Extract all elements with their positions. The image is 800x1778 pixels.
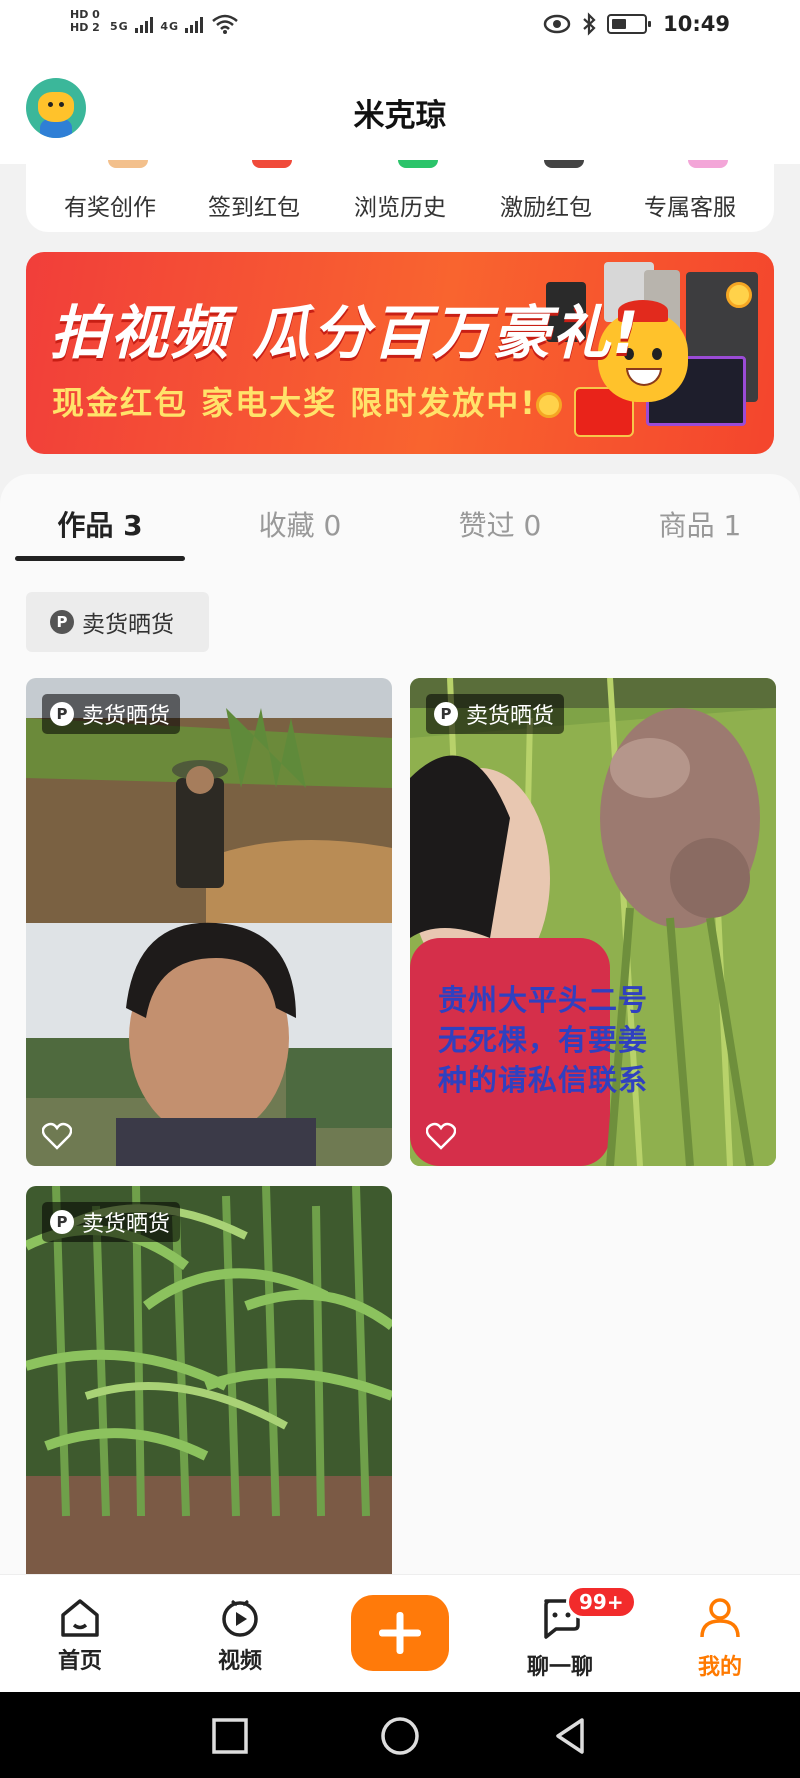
active-tab-indicator bbox=[15, 556, 185, 561]
filter-chip-sell-show[interactable]: P 卖货晒货 bbox=[26, 592, 209, 652]
video-card-2[interactable]: P 卖货晒货 贵州大平头二号 无死棵，有要姜 种的请私信联系 bbox=[410, 678, 776, 1166]
recents-icon[interactable] bbox=[208, 1714, 252, 1758]
hd-indicator-1: HD 0 bbox=[70, 8, 100, 21]
nav-video[interactable]: 视频 bbox=[180, 1595, 300, 1675]
quick-action-reward-create[interactable]: 有奖创作 bbox=[40, 188, 180, 222]
back-icon[interactable] bbox=[548, 1714, 592, 1758]
card-tag-label: 卖货晒货 bbox=[466, 704, 555, 729]
video-icon bbox=[222, 1599, 258, 1637]
page-title: 米克琼 bbox=[353, 98, 447, 134]
tab-products[interactable]: 商品 1 bbox=[600, 504, 800, 544]
content-tabs: 作品 3 收藏 0 赞过 0 商品 1 bbox=[0, 504, 800, 564]
caption-line-3: 种的请私信联系 bbox=[438, 1063, 649, 1097]
incentive-icon bbox=[544, 160, 584, 168]
nav-video-label: 视频 bbox=[217, 1649, 262, 1674]
tab-favorites[interactable]: 收藏 0 bbox=[200, 504, 400, 544]
signal-icon-2 bbox=[184, 17, 203, 33]
banner-subtitle: 现金红包 家电大奖 限时发放中! bbox=[52, 384, 537, 422]
quick-action-service[interactable]: 专属客服 bbox=[620, 188, 760, 222]
clock: 10:49 bbox=[663, 12, 730, 36]
profile-header: 米克琼 bbox=[0, 54, 800, 164]
create-icon bbox=[108, 160, 148, 168]
coin-icon-2 bbox=[726, 282, 752, 308]
unread-badge: 99+ bbox=[566, 1585, 637, 1619]
quick-action-incentive[interactable]: 激励红包 bbox=[476, 188, 616, 222]
card-tag: P 卖货晒货 bbox=[426, 694, 565, 734]
nav-home-label: 首页 bbox=[57, 1649, 102, 1674]
battery-icon bbox=[607, 14, 652, 34]
nav-me-label: 我的 bbox=[697, 1655, 742, 1680]
p-icon: P bbox=[50, 1210, 74, 1234]
banner-title: 拍视频 瓜分百万豪礼! bbox=[50, 299, 641, 367]
tab-liked[interactable]: 赞过 0 bbox=[400, 504, 600, 544]
status-bar: HD 0 HD 2 5G 4G 10:49 bbox=[0, 0, 800, 54]
quick-actions-card: 有奖创作 签到红包 浏览历史 激励红包 专属客服 bbox=[26, 160, 774, 232]
nav-chat-label: 聊一聊 bbox=[526, 1655, 593, 1680]
quick-action-history[interactable]: 浏览历史 bbox=[330, 188, 470, 222]
caption-line-1: 贵州大平头二号 bbox=[438, 983, 649, 1017]
signal-indicators: 5G 4G bbox=[110, 14, 239, 34]
card-tag: P 卖货晒货 bbox=[42, 694, 181, 734]
home-icon bbox=[61, 1599, 99, 1637]
status-right: 10:49 bbox=[543, 12, 730, 36]
signal-icon bbox=[134, 17, 153, 33]
hd-indicators: HD 0 HD 2 bbox=[70, 8, 100, 34]
bottom-nav: 首页 视频 聊一聊 99+ 我的 bbox=[0, 1574, 800, 1692]
card-tag: P 卖货晒货 bbox=[42, 1202, 181, 1242]
coin-icon bbox=[536, 392, 562, 418]
network-type-2: 4G bbox=[160, 20, 180, 33]
heart-icon[interactable] bbox=[42, 1122, 72, 1150]
quick-action-checkin[interactable]: 签到红包 bbox=[184, 188, 324, 222]
nav-me[interactable]: 我的 bbox=[660, 1595, 780, 1681]
hd-indicator-2: HD 2 bbox=[70, 21, 100, 34]
video-thumbnail bbox=[26, 678, 392, 1166]
video-thumbnail bbox=[26, 1186, 392, 1574]
home-circle-icon[interactable] bbox=[378, 1714, 422, 1758]
card-tag-label: 卖货晒货 bbox=[82, 704, 171, 729]
profile-icon bbox=[700, 1598, 740, 1638]
content-sheet: 作品 3 收藏 0 赞过 0 商品 1 P 卖货晒货 P 卖货晒货 P 卖货晒货… bbox=[0, 474, 800, 1574]
p-icon: P bbox=[50, 702, 74, 726]
bluetooth-icon bbox=[583, 12, 596, 36]
promo-banner[interactable]: 拍视频 瓜分百万豪礼! 现金红包 家电大奖 限时发放中! bbox=[26, 252, 774, 454]
network-type-1: 5G bbox=[110, 20, 129, 33]
p-icon: P bbox=[50, 610, 74, 634]
video-card-1[interactable]: P 卖货晒货 bbox=[26, 678, 392, 1166]
eye-icon bbox=[543, 14, 571, 34]
card-tag-label: 卖货晒货 bbox=[82, 1212, 171, 1237]
create-post-button[interactable] bbox=[351, 1595, 449, 1671]
heart-icon[interactable] bbox=[426, 1122, 456, 1150]
history-icon bbox=[398, 160, 438, 168]
video-card-3[interactable]: P 卖货晒货 bbox=[26, 1186, 392, 1574]
wifi-icon bbox=[211, 14, 238, 34]
video-caption: 贵州大平头二号 无死棵，有要姜 种的请私信联系 bbox=[438, 980, 648, 1100]
filter-chip-label: 卖货晒货 bbox=[82, 612, 174, 638]
service-icon bbox=[688, 160, 728, 168]
p-icon: P bbox=[434, 702, 458, 726]
system-nav-bar bbox=[0, 1692, 800, 1778]
nav-home[interactable]: 首页 bbox=[20, 1595, 140, 1675]
checkin-icon bbox=[252, 160, 292, 168]
app-screen: HD 0 HD 2 5G 4G 10:49 米克琼 有奖创作 签到红包 浏览历史… bbox=[0, 0, 800, 1778]
tab-works[interactable]: 作品 3 bbox=[0, 504, 200, 544]
caption-line-2: 无死棵，有要姜 bbox=[438, 1023, 649, 1057]
